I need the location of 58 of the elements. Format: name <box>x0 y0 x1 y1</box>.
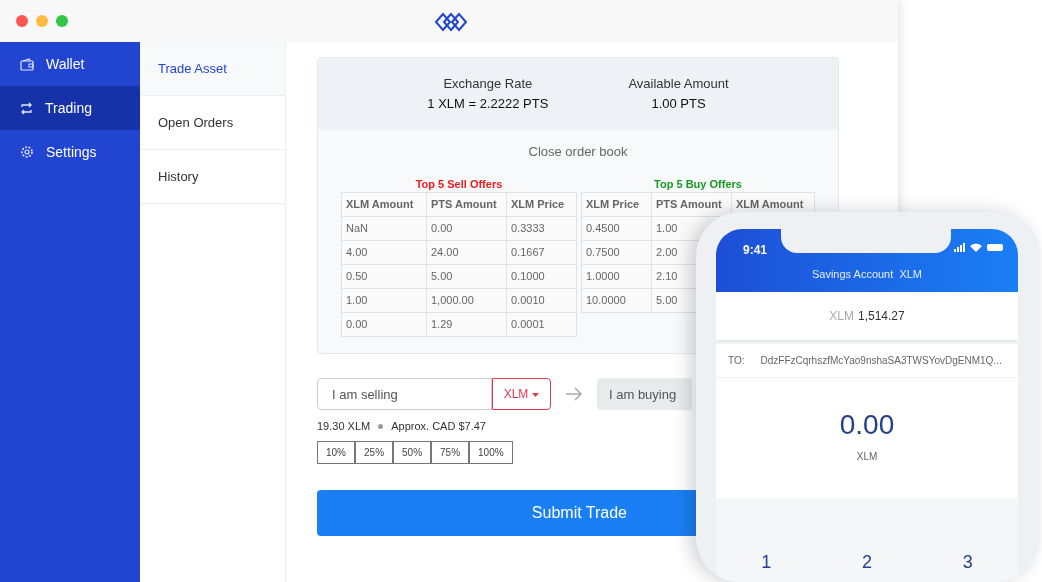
window-control-icon[interactable] <box>36 15 48 27</box>
column-header: PTS Amount <box>651 192 732 217</box>
percent-button[interactable]: 10% <box>317 440 355 464</box>
amount-unit: XLM <box>856 449 878 464</box>
percent-button[interactable]: 50% <box>393 440 432 464</box>
wallet-icon <box>20 57 34 71</box>
percent-button[interactable]: 100% <box>469 440 513 464</box>
window-control-icon[interactable] <box>16 15 28 27</box>
sidebar-item[interactable]: Wallet <box>0 42 140 86</box>
percent-button[interactable]: 25% <box>355 440 394 464</box>
summary-value: 1.00 PTS <box>650 94 707 113</box>
table-cell: 1.0000 <box>581 264 652 289</box>
sidebar-item[interactable]: Settings <box>0 130 140 174</box>
status-icons <box>954 243 1004 253</box>
amount-value: 0.00 <box>839 410 895 441</box>
table-cell: 0.4500 <box>581 216 652 241</box>
screen-title: Savings Account XLM <box>811 267 923 282</box>
balance-unit: XLM <box>829 308 854 325</box>
summary-value: 1 XLM = 2.2222 PTS <box>427 94 549 113</box>
offers-title: Top 5 Sell Offers <box>415 176 503 192</box>
balance-amount: 1,514.27 <box>858 308 905 325</box>
table-cell: 0.7500 <box>581 240 652 265</box>
window-control-icon[interactable] <box>56 15 68 27</box>
settings-icon <box>20 145 34 159</box>
percent-button[interactable]: 75% <box>431 440 470 464</box>
keypad-key[interactable]: 2 <box>860 552 873 572</box>
address-text: DdzFFzCqrhszfMcYao9nshaSA3TWSYovDgENM1Q... <box>760 354 1002 368</box>
table-cell: 10.0000 <box>581 288 652 313</box>
arrow-icon <box>565 387 583 401</box>
table-cell: 4.00 <box>341 240 427 265</box>
order-book-toggle[interactable]: Close order book <box>528 142 628 162</box>
table-cell: 0.00 <box>341 312 427 337</box>
summary-label: Available Amount <box>628 75 729 93</box>
column-header: XLM Price <box>506 192 577 217</box>
keypad-key[interactable]: 3 <box>961 552 974 572</box>
approx-value: Approx. CAD $7.47 <box>391 419 486 434</box>
tab[interactable]: Trade Asset <box>140 42 285 96</box>
column-header: PTS Amount <box>426 192 507 217</box>
submit-button[interactable]: Submit Trade <box>317 489 697 536</box>
logo-icon <box>434 12 468 32</box>
status-time: 9:41 <box>743 242 768 259</box>
asset-dropdown[interactable]: XLM <box>492 378 551 410</box>
table-cell: 1.00 <box>341 288 427 313</box>
swap-icon <box>20 101 33 115</box>
caret-icon <box>532 392 540 397</box>
offers-title: Top 5 Buy Offers <box>654 176 742 192</box>
column-header: XLM Amount <box>341 192 427 217</box>
to-label: TO: <box>728 354 745 368</box>
column-header: XLM Price <box>581 192 652 217</box>
table-cell: 0.50 <box>341 264 427 289</box>
keypad-key[interactable]: 1 <box>760 552 773 572</box>
sidebar-item[interactable]: Trading <box>0 86 140 130</box>
table-cell: NaN <box>341 216 427 241</box>
separator-dot <box>378 423 384 429</box>
balance-text: 19.30 XLM <box>317 419 371 434</box>
selling-field[interactable]: I am selling <box>317 378 492 410</box>
buying-field[interactable]: I am buying <box>597 378 692 410</box>
summary-label: Exchange Rate <box>442 75 534 93</box>
